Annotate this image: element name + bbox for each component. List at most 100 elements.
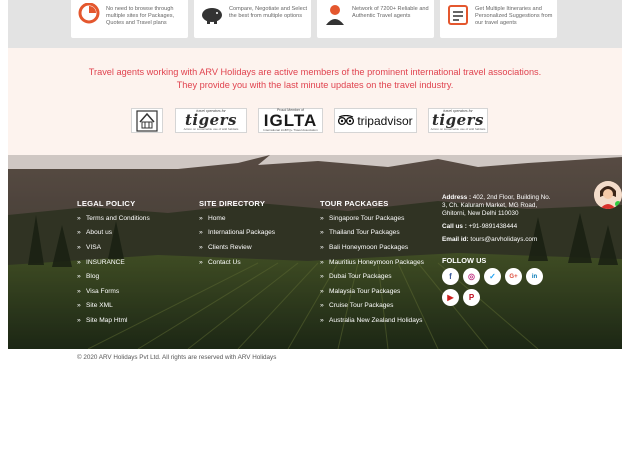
double-chevron-icon: » <box>320 287 324 295</box>
footer-link-singapore[interactable]: » Singapore Tour Packages <box>320 211 424 226</box>
associations-section: Travel agents working with ARV Holidays … <box>8 48 622 158</box>
double-chevron-icon: » <box>199 214 203 222</box>
travel-agent-icon <box>322 2 348 28</box>
tripadvisor-wordmark: tripadvisor <box>357 113 413 128</box>
google-plus-icon[interactable]: G+ <box>505 268 522 285</box>
tigers-logo-sub: Action on sustainable use of wild habita… <box>183 127 239 132</box>
linkedin-icon[interactable]: in <box>526 268 543 285</box>
associations-line-2: They provide you with the last minute up… <box>176 79 454 90</box>
site-directory-list: » Home » International Packages » Clients R… <box>199 211 275 269</box>
double-chevron-icon: » <box>77 243 81 251</box>
instagram-glyph: ◎ <box>468 272 475 281</box>
feature-card-browse: No need to browse through multiple sites… <box>71 0 188 38</box>
double-chevron-icon: » <box>199 229 203 237</box>
double-chevron-icon: » <box>77 302 81 310</box>
footer-link-visa-forms[interactable]: » Visa Forms <box>77 284 150 299</box>
page: No need to browse through multiple sites… <box>0 0 638 451</box>
double-chevron-icon: » <box>77 214 81 222</box>
footer-link-international-packages[interactable]: » International Packages <box>199 226 275 241</box>
footer-link-about[interactable]: » About us <box>77 226 150 241</box>
linkedin-glyph: in <box>531 273 538 280</box>
tigers-logo-sub: Action on sustainable use of wild habita… <box>430 127 486 132</box>
association-logo-tigers[interactable]: travel operators for tigers Action on su… <box>175 108 247 133</box>
email-label: Email id: <box>442 236 469 243</box>
tigers-logo-main: tigers <box>431 111 484 130</box>
youtube-glyph: ▶ <box>447 293 454 302</box>
double-chevron-icon: » <box>77 258 81 266</box>
iglta-logo-sub: International LGBTQ+ Travel Association <box>263 128 318 133</box>
footer-link-bali[interactable]: » Bali Honeymoon Packages <box>320 240 424 255</box>
address-label: Address : <box>442 194 472 201</box>
footer-link-clients-review[interactable]: » Clients Review <box>199 240 275 255</box>
double-chevron-icon: » <box>77 229 81 237</box>
call-label: Call us : <box>442 223 467 230</box>
double-chevron-icon: » <box>77 287 81 295</box>
double-chevron-icon: » <box>199 258 203 266</box>
association-logo-tripadvisor[interactable]: tripadvisor <box>334 108 417 133</box>
double-chevron-icon: » <box>199 243 203 251</box>
tour-packages-heading: TOUR PACKAGES <box>320 199 389 208</box>
footer-link-contact-us[interactable]: » Contact Us <box>199 255 275 270</box>
association-logo-seal[interactable] <box>131 108 163 133</box>
email-address: tours@arvholidays.com <box>470 236 538 243</box>
double-chevron-icon: » <box>320 258 324 266</box>
footer-link-insurance[interactable]: » INSURANCE <box>77 255 150 270</box>
twitter-icon[interactable]: ✓ <box>484 268 501 285</box>
footer-link-malaysia[interactable]: » Malaysia Tour Packages <box>320 284 424 299</box>
features-strip: No need to browse through multiple sites… <box>8 0 622 48</box>
feature-card-network: Network of 7200+ Reliable and Authentic … <box>317 0 434 38</box>
double-chevron-icon: » <box>320 316 324 324</box>
follow-us-heading: FOLLOW US <box>442 256 487 265</box>
timer-icon <box>76 2 102 28</box>
double-chevron-icon: » <box>320 273 324 281</box>
footer-link-home[interactable]: » Home <box>199 211 275 226</box>
contact-address: Address : 402, 2nd Floor, Building No. 3… <box>442 194 557 218</box>
legal-policy-heading: LEGAL POLICY <box>77 199 136 208</box>
feature-text: No need to browse through multiple sites… <box>106 6 175 26</box>
youtube-icon[interactable]: ▶ <box>442 289 459 306</box>
footer-link-terms[interactable]: » Terms and Conditions <box>77 211 150 226</box>
owl-icon <box>338 115 355 126</box>
feature-card-compare: Compare, Negotiate and Select the best f… <box>194 0 311 38</box>
twitter-glyph: ✓ <box>489 272 496 281</box>
itinerary-icon <box>445 2 471 28</box>
site-directory-heading: SITE DIRECTORY <box>199 199 266 208</box>
double-chevron-icon: » <box>320 214 324 222</box>
association-logo-iglta[interactable]: Proud Member of IGLTA International LGBT… <box>258 108 323 133</box>
footer-link-mauritius[interactable]: » Mauritius Honeymoon Packages <box>320 255 424 270</box>
footer-link-dubai[interactable]: » Dubai Tour Packages <box>320 269 424 284</box>
contact-phone[interactable]: Call us : +91-9891438444 <box>442 223 517 230</box>
seal-logo-icon <box>136 109 158 132</box>
footer-link-sitemap-html[interactable]: » Site Map Html <box>77 313 150 328</box>
google-plus-glyph: G+ <box>509 273 518 280</box>
site-footer: LEGAL POLICY » Terms and Conditions » Abou… <box>8 155 622 349</box>
double-chevron-icon: » <box>320 302 324 310</box>
double-chevron-icon: » <box>320 229 324 237</box>
facebook-icon[interactable]: f <box>442 268 459 285</box>
footer-link-blog[interactable]: » Blog <box>77 269 150 284</box>
tigers-logo-main: tigers <box>184 111 237 130</box>
feature-card-itineraries: Get Multiple Itineraries and Personalize… <box>440 0 557 38</box>
instagram-icon[interactable]: ◎ <box>463 268 480 285</box>
footer-link-site-xml[interactable]: » Site XML <box>77 299 150 314</box>
footer-link-visa[interactable]: » VISA <box>77 240 150 255</box>
feature-text: Network of 7200+ Reliable and Authentic … <box>352 6 429 19</box>
online-status-dot <box>615 201 621 207</box>
associations-line-1: Travel agents working with ARV Holidays … <box>88 67 542 77</box>
legal-policy-list: » Terms and Conditions » About us » VISA » I… <box>77 211 150 328</box>
footer-link-cruise[interactable]: » Cruise Tour Packages <box>320 299 424 314</box>
feature-text: Compare, Negotiate and Select the best f… <box>229 6 308 19</box>
footer-link-thailand[interactable]: » Thailand Tour Packages <box>320 226 424 241</box>
chat-assistant-avatar[interactable] <box>594 181 622 209</box>
pinterest-glyph: P <box>468 293 475 302</box>
associations-text: Travel agents working with ARV Holidays … <box>8 66 622 91</box>
facebook-glyph: f <box>449 272 452 281</box>
feature-text: Get Multiple Itineraries and Personalize… <box>475 6 553 26</box>
phone-number: +91-9891438444 <box>468 223 518 230</box>
pinterest-icon[interactable]: P <box>463 289 480 306</box>
copyright-text: © 2020 ARV Holidays Pvt Ltd. All rights … <box>77 354 277 361</box>
footer-link-australia-nz[interactable]: » Australia New Zealand Holidays <box>320 313 424 328</box>
double-chevron-icon: » <box>77 316 81 324</box>
association-logo-tigers-2[interactable]: travel operators for tigers Action on su… <box>428 108 488 133</box>
contact-email[interactable]: Email id: tours@arvholidays.com <box>442 236 537 243</box>
